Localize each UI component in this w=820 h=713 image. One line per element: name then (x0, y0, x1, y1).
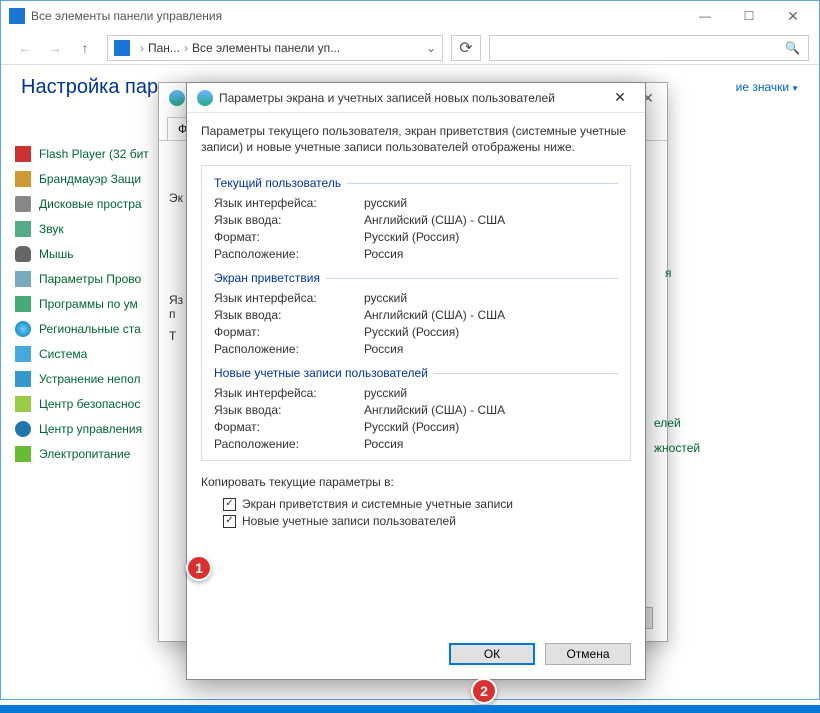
cp-item-label: Региональные ста (39, 322, 141, 336)
maximize-button[interactable]: ☐ (727, 2, 771, 30)
taskbar[interactable] (0, 705, 820, 713)
firewall-icon (15, 171, 31, 187)
flash-icon (15, 146, 31, 162)
checkbox-label: Экран приветствия и системные учетные за… (242, 497, 513, 511)
chevron-right-icon: › (184, 41, 188, 55)
refresh-button[interactable]: ⟳ (451, 35, 481, 61)
main-titlebar[interactable]: Все элементы панели управления — ☐ ✕ (1, 1, 819, 31)
cp-item-label: Брандмауэр Защи (39, 172, 141, 186)
address-bar-row: ← → ↑ › Пан... › Все элементы панели уп.… (1, 31, 819, 65)
modal-footer: ОК Отмена (449, 643, 631, 665)
annotation-marker-2: 2 (471, 678, 497, 704)
chevron-right-icon: › (140, 41, 144, 55)
cp-item-label: Мышь (39, 247, 74, 261)
kv-row: Язык интерфейса:русский (214, 291, 618, 305)
checkbox-label: Новые учетные записи пользователей (242, 514, 456, 528)
section-current-user: Текущий пользователь (214, 176, 618, 190)
globe-icon (169, 90, 185, 106)
modal-titlebar[interactable]: Параметры экрана и учетных записей новых… (187, 83, 645, 113)
minimize-button[interactable]: — (683, 2, 727, 30)
security-icon (15, 396, 31, 412)
defaults-icon (15, 296, 31, 312)
cp-item-label: Центр управления (39, 422, 142, 436)
cp-item-fragment: я (665, 266, 672, 280)
annotation-marker-1: 1 (186, 555, 212, 581)
checkbox-new-users[interactable]: ✓ Новые учетные записи пользователей (223, 514, 631, 528)
modal-title: Параметры экрана и учетных записей новых… (219, 91, 601, 105)
disk-icon (15, 196, 31, 212)
section-welcome-screen: Экран приветствия (214, 271, 618, 285)
cancel-button[interactable]: Отмена (545, 643, 631, 665)
control-panel-icon (9, 8, 25, 24)
cp-item-fragment: елей (654, 416, 681, 430)
settings-groupbox: Текущий пользователь Язык интерфейса:рус… (201, 165, 631, 461)
ok-button[interactable]: ОК (449, 643, 535, 665)
modal-description: Параметры текущего пользователя, экран п… (201, 123, 631, 155)
mouse-icon (15, 246, 31, 262)
power-icon (15, 446, 31, 462)
control-panel-icon (114, 40, 130, 56)
cp-item-label: Звук (39, 222, 64, 236)
cp-item-fragment: жностей (654, 441, 700, 455)
back-button[interactable]: ← (11, 35, 39, 61)
nav-arrows: ← → ↑ (11, 35, 99, 61)
window-controls: — ☐ ✕ (683, 2, 815, 30)
checkbox-icon[interactable]: ✓ (223, 515, 236, 528)
up-button[interactable]: ↑ (71, 35, 99, 61)
troubleshoot-icon (15, 371, 31, 387)
kv-row: Язык ввода:Английский (США) - США (214, 213, 618, 227)
view-mode-link[interactable]: ие значки▼ (736, 80, 799, 94)
kv-row: Язык интерфейса:русский (214, 386, 618, 400)
forward-button[interactable]: → (41, 35, 69, 61)
kv-row: Формат:Русский (Россия) (214, 325, 618, 339)
mobility-icon (15, 421, 31, 437)
section-new-accounts: Новые учетные записи пользователей (214, 366, 618, 380)
cp-item-label: Устранение непол (39, 372, 141, 386)
globe-icon (197, 90, 213, 106)
kv-row: Язык ввода:Английский (США) - США (214, 403, 618, 417)
breadcrumb-seg[interactable]: Все элементы панели уп... (192, 41, 340, 55)
explorer-icon (15, 271, 31, 287)
cp-item-label: Flash Player (32 бит (39, 147, 149, 161)
close-button[interactable]: ✕ (601, 84, 639, 112)
kv-row: Расположение:Россия (214, 247, 618, 261)
region-icon (15, 321, 31, 337)
cp-item-label: Параметры Прово (39, 272, 141, 286)
modal-body: Параметры текущего пользователя, экран п… (187, 113, 645, 541)
cp-item-label: Программы по ум (39, 297, 138, 311)
checkbox-icon[interactable]: ✓ (223, 498, 236, 511)
main-title: Все элементы панели управления (31, 9, 683, 23)
copy-settings-label: Копировать текущие параметры в: (201, 475, 631, 489)
cp-item-label: Дисковые простра (39, 197, 142, 211)
kv-row: Язык интерфейса:русский (214, 196, 618, 210)
kv-row: Формат:Русский (Россия) (214, 230, 618, 244)
sound-icon (15, 221, 31, 237)
welcome-settings-modal: Параметры экрана и учетных записей новых… (186, 82, 646, 680)
dropdown-icon[interactable]: ⌄ (426, 41, 436, 55)
breadcrumb-seg[interactable]: Пан... (148, 41, 180, 55)
kv-row: Язык ввода:Английский (США) - США (214, 308, 618, 322)
breadcrumb-bar[interactable]: › Пан... › Все элементы панели уп... ⌄ (107, 35, 443, 61)
kv-row: Расположение:Россия (214, 342, 618, 356)
system-icon (15, 346, 31, 362)
close-button[interactable]: ✕ (771, 2, 815, 30)
kv-row: Расположение:Россия (214, 437, 618, 451)
cp-item-label: Центр безопаснос (39, 397, 140, 411)
cp-item-label: Электропитание (39, 447, 130, 461)
cp-item-label: Система (39, 347, 87, 361)
search-input[interactable]: 🔍 (489, 35, 809, 61)
checkbox-welcome-screen[interactable]: ✓ Экран приветствия и системные учетные … (223, 497, 631, 511)
search-icon: 🔍 (785, 41, 800, 55)
kv-row: Формат:Русский (Россия) (214, 420, 618, 434)
